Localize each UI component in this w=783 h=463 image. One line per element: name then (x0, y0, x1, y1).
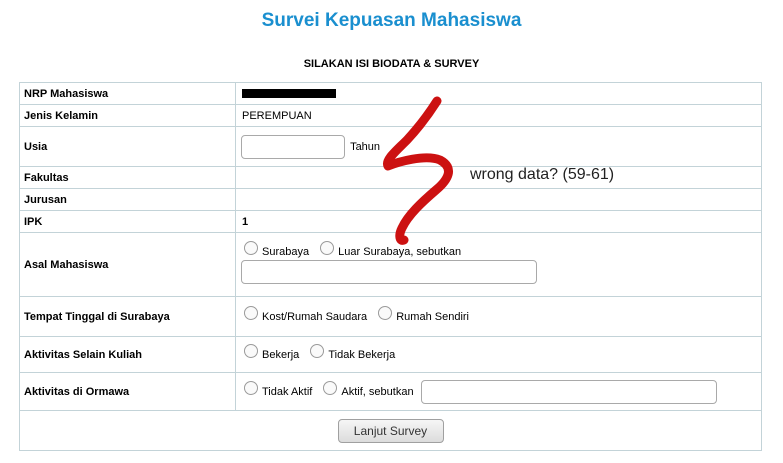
annotation-text: wrong data? (59-61) (470, 166, 615, 183)
kost-label: Kost/Rumah Saudara (262, 310, 368, 323)
radio-luar-surabaya[interactable] (320, 241, 335, 255)
radio-aktif[interactable] (323, 380, 338, 395)
row-aktivitas: Aktivitas Selain Kuliah Bekerja Tidak Be… (19, 336, 762, 373)
redacted-nrp-bar (242, 89, 336, 99)
radio-kost[interactable] (244, 305, 258, 320)
row-usia: Usia Tahun (19, 126, 762, 167)
jurusan-value (235, 188, 762, 211)
rumah-sendiri-label: Rumah Sendiri (396, 310, 469, 323)
ormawa-label: Aktivitas di Ormawa (19, 372, 236, 411)
page-title: Survei Kepuasan Mahasiswa (261, 10, 522, 31)
tidak-bekerja-label: Tidak Bekerja (328, 348, 396, 361)
lanjut-survey-button[interactable]: Lanjut Survey (337, 418, 444, 443)
asal-label: Asal Mahasiswa (19, 232, 236, 297)
asal-other-input[interactable] (241, 260, 537, 284)
tempat-tinggal-cell: Kost/Rumah Saudara Rumah Sendiri (235, 296, 762, 337)
ipk-label: IPK (19, 210, 236, 233)
jenis-kelamin-value: PEREMPUAN (235, 104, 762, 127)
usia-cell: Tahun (235, 126, 762, 167)
row-ipk: IPK 1 (19, 210, 762, 233)
tempat-tinggal-label: Tempat Tinggal di Surabaya (19, 296, 236, 337)
bekerja-label: Bekerja (262, 348, 300, 361)
jenis-kelamin-text: PEREMPUAN (242, 109, 312, 122)
radio-tidak-bekerja[interactable] (310, 343, 325, 358)
ormawa-other-input[interactable] (420, 379, 717, 404)
row-asal: Asal Mahasiswa Surabaya Luar Surabaya, s… (19, 232, 762, 297)
row-jurusan: Jurusan (19, 188, 762, 211)
page-subtitle: SILAKAN ISI BIODATA & SURVEY (303, 58, 480, 70)
jurusan-label: Jurusan (19, 188, 236, 211)
aktivitas-cell: Bekerja Tidak Bekerja (235, 336, 762, 373)
row-ormawa: Aktivitas di Ormawa Tidak Aktif Aktif, s… (19, 372, 762, 411)
usia-input[interactable] (241, 134, 345, 159)
row-submit: Lanjut Survey (19, 410, 762, 451)
submit-cell: Lanjut Survey (19, 410, 762, 451)
radio-surabaya[interactable] (244, 241, 258, 255)
radio-bekerja[interactable] (244, 343, 258, 358)
luar-surabaya-label: Luar Surabaya, sebutkan (338, 246, 462, 258)
usia-unit: Tahun (350, 140, 381, 153)
jenis-kelamin-label: Jenis Kelamin (19, 104, 236, 127)
biodata-form-table: NRP Mahasiswa Jenis Kelamin PEREMPUAN Us… (19, 82, 762, 451)
ormawa-cell: Tidak Aktif Aktif, sebutkan (235, 372, 762, 411)
row-nrp: NRP Mahasiswa (19, 82, 762, 105)
aktivitas-label: Aktivitas Selain Kuliah (19, 336, 236, 373)
radio-tidak-aktif[interactable] (244, 380, 258, 395)
tidak-aktif-label: Tidak Aktif (262, 385, 313, 398)
nrp-label: NRP Mahasiswa (19, 82, 236, 105)
row-tempat-tinggal: Tempat Tinggal di Surabaya Kost/Rumah Sa… (19, 296, 762, 337)
row-jenis-kelamin: Jenis Kelamin PEREMPUAN (19, 104, 762, 127)
asal-cell: Surabaya Luar Surabaya, sebutkan (235, 232, 762, 297)
ipk-value: 1 (235, 210, 762, 233)
radio-rumah-sendiri[interactable] (378, 305, 393, 320)
ipk-text: 1 (242, 215, 249, 228)
usia-label: Usia (19, 126, 236, 167)
nrp-value (235, 82, 762, 105)
aktif-label: Aktif, sebutkan (341, 385, 414, 398)
fakultas-label: Fakultas (19, 166, 236, 189)
surabaya-label: Surabaya (262, 246, 310, 258)
row-fakultas: Fakultas (19, 166, 762, 189)
